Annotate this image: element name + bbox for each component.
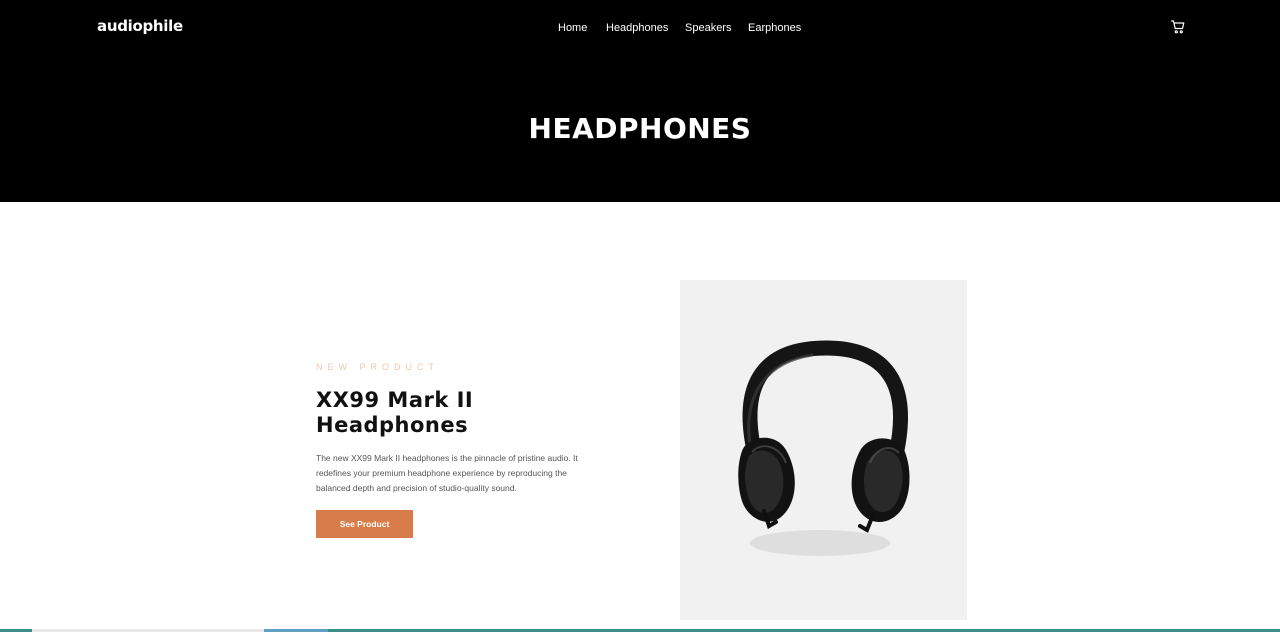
product-image: [680, 280, 967, 620]
product-description: The new XX99 Mark II headphones is the p…: [316, 453, 578, 493]
headphones-image: [738, 340, 910, 556]
hero-header: audiophile Home Headphones Speakers Earp…: [0, 0, 1280, 202]
nav-item-speakers[interactable]: Speakers: [685, 20, 731, 36]
new-product-label: NEW PRODUCT: [316, 362, 439, 372]
see-product-button[interactable]: See Product: [316, 510, 413, 538]
brand-logo[interactable]: audiophile: [97, 17, 183, 35]
nav-item-earphones[interactable]: Earphones: [748, 20, 801, 36]
page-title: HEADPHONES: [528, 112, 752, 145]
product-title: XX99 Mark II Headphones: [316, 388, 474, 437]
nav-item-headphones[interactable]: Headphones: [606, 20, 668, 36]
cart-icon[interactable]: [1170, 19, 1186, 35]
nav-item-home[interactable]: Home: [558, 20, 587, 36]
